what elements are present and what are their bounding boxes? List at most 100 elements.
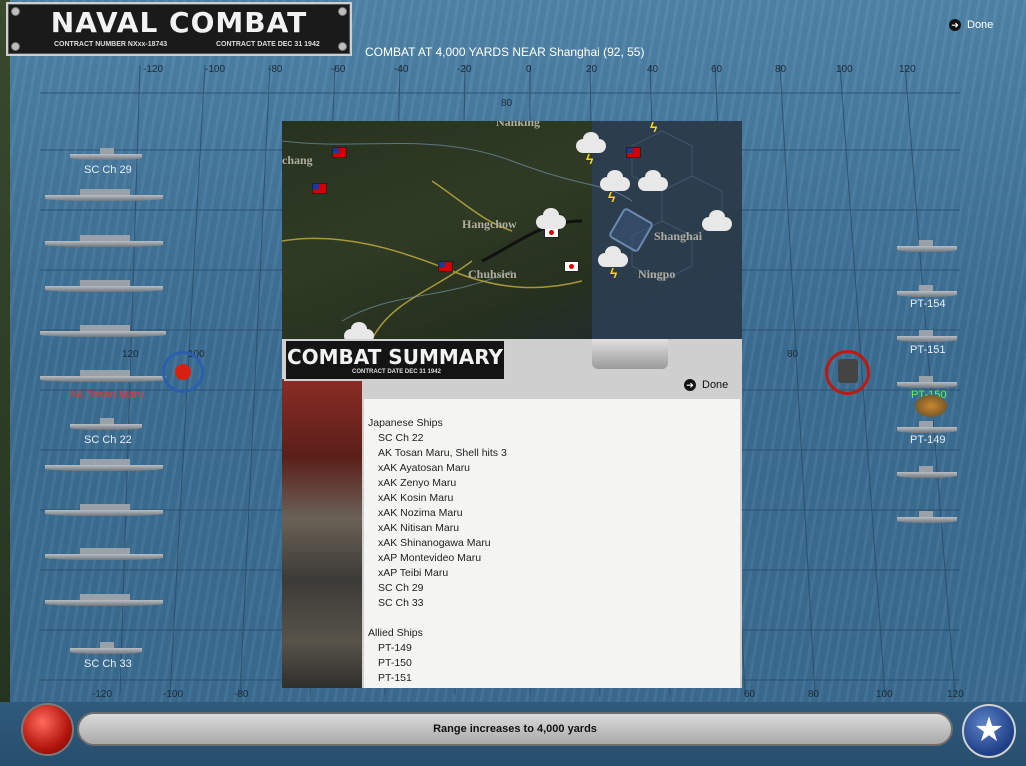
ship-transport[interactable] xyxy=(45,457,163,471)
done-button[interactable]: ➜ Done xyxy=(949,19,993,31)
tick-bottom: 80 xyxy=(808,689,820,700)
ship-pt-boat[interactable] xyxy=(897,238,957,252)
list-item: SC Ch 29 xyxy=(378,582,424,594)
star-icon: ★ xyxy=(973,711,1005,749)
explosion-icon xyxy=(915,395,947,417)
ship-transport[interactable] xyxy=(45,502,163,516)
arrow-right-icon: ➜ xyxy=(684,379,696,391)
list-item: xAK Shinanogawa Maru xyxy=(378,537,491,549)
combat-message: Range increases to 4,000 yards xyxy=(433,723,597,735)
naval-combat-title-plate: NAVAL COMBAT CONTRACT NUMBER NXxx-18743 … xyxy=(6,2,352,56)
tick-top: 40 xyxy=(647,64,659,75)
tick-top: 120 xyxy=(899,64,916,75)
ship-transport[interactable] xyxy=(45,546,163,560)
china-flag-icon xyxy=(312,183,327,194)
arrow-right-icon: ➜ xyxy=(949,19,961,31)
list-item: xAK Nozima Maru xyxy=(378,507,463,519)
contract-number: CONTRACT NUMBER NXxx-18743 xyxy=(54,41,168,48)
ship-label: PT-154 xyxy=(910,298,946,310)
map-city-label: Hangchow xyxy=(462,217,517,231)
map-city-label: Shanghai xyxy=(654,229,703,243)
china-flag-icon xyxy=(626,147,641,158)
china-flag-icon xyxy=(438,261,453,272)
ship-pt-boat[interactable] xyxy=(897,464,957,478)
tick-top: 80 xyxy=(775,64,787,75)
ship-transport[interactable] xyxy=(45,592,163,606)
tick-bottom: -80 xyxy=(234,689,249,700)
combat-summary-plate: COMBAT SUMMARY CONTRACT DATE DEC 31 1942 xyxy=(284,339,506,381)
list-item: SC Ch 22 xyxy=(378,432,424,444)
combat-message-bar: Range increases to 4,000 yards xyxy=(77,712,953,746)
tick-middle: 80 xyxy=(501,98,513,109)
combat-location-header: COMBAT AT 4,000 YARDS NEAR Shanghai (92,… xyxy=(365,45,645,59)
ship-label: SC Ch 29 xyxy=(84,164,132,176)
tick-bottom: 60 xyxy=(744,689,756,700)
ship-transport[interactable] xyxy=(45,187,163,201)
tick-top: -80 xyxy=(268,64,283,75)
ship-ak-tosan-maru[interactable] xyxy=(40,368,166,382)
ship-report-list: Japanese Ships SC Ch 22 AK Tosan Maru, S… xyxy=(368,416,728,686)
done-label: Done xyxy=(967,19,994,31)
list-item: PT-150 xyxy=(378,657,412,669)
ship-pt-154[interactable] xyxy=(897,283,957,297)
list-item: AK Tosan Maru, Shell hits 3 xyxy=(378,447,507,459)
ship-pt-151[interactable] xyxy=(897,328,957,342)
map-city-label: Nanking xyxy=(496,121,541,129)
tick-middle: 80 xyxy=(787,349,799,360)
list-item: xAP Montevideo Maru xyxy=(378,552,482,564)
tick-top: -100 xyxy=(205,64,226,75)
lightning-icon: ϟ xyxy=(610,265,618,281)
china-flag-icon xyxy=(332,147,347,158)
list-item: xAK Nitisan Maru xyxy=(378,522,460,534)
crosshair-gun-icon xyxy=(825,350,870,395)
cloud-icon xyxy=(344,322,374,339)
tick-top: -120 xyxy=(143,64,164,75)
japanese-ships-header: Japanese Ships xyxy=(368,417,443,429)
japan-flag-icon xyxy=(564,261,579,272)
tick-top: 60 xyxy=(711,64,723,75)
allied-star-button[interactable]: ★ xyxy=(962,704,1016,758)
ship-transport[interactable] xyxy=(45,278,163,292)
list-item: PT-149 xyxy=(378,642,412,654)
ship-pt-boat[interactable] xyxy=(897,374,957,388)
tick-top: -40 xyxy=(394,64,409,75)
ship-label: SC Ch 33 xyxy=(84,658,132,670)
tick-top: 100 xyxy=(836,64,853,75)
rivet-icon xyxy=(338,42,347,51)
ship-pt-boat[interactable] xyxy=(897,509,957,523)
ship-label-selected: AK Tosan Maru xyxy=(69,389,145,401)
tick-top: -20 xyxy=(457,64,472,75)
tick-middle: 120 xyxy=(122,349,139,360)
rivet-icon xyxy=(11,42,20,51)
ship-sc-ch-22[interactable] xyxy=(70,416,142,430)
allied-ships-header: Allied Ships xyxy=(368,627,423,639)
list-item: xAP Teibi Maru xyxy=(378,567,449,579)
ship-transport[interactable] xyxy=(40,323,166,337)
tick-bottom: -100 xyxy=(163,689,184,700)
lightning-icon: ϟ xyxy=(608,189,616,205)
end-combat-button[interactable] xyxy=(21,703,74,756)
tick-top: -60 xyxy=(331,64,346,75)
list-item: xAK Kosin Maru xyxy=(378,492,454,504)
ship-label: PT-151 xyxy=(910,344,946,356)
clipboard-clip xyxy=(592,339,668,369)
ship-sc-ch-33[interactable] xyxy=(70,640,142,654)
lightning-icon: ϟ xyxy=(586,151,594,167)
map-city-label: Ningpo xyxy=(638,267,676,281)
combat-location-map: Nanking chang Hangchow Chuhsien Shanghai… xyxy=(282,121,742,339)
cloud-icon xyxy=(702,210,732,231)
ship-pt-149[interactable] xyxy=(897,419,957,433)
ship-sc-ch-29[interactable] xyxy=(70,146,142,160)
map-city-label: Chuhsien xyxy=(468,267,517,281)
ship-label: PT-149 xyxy=(910,434,946,446)
tick-bottom: 120 xyxy=(947,689,964,700)
tick-bottom: 100 xyxy=(876,689,893,700)
map-city-label: chang xyxy=(282,153,313,167)
summary-done-button[interactable]: ➜ Done xyxy=(684,379,728,391)
combat-summary-panel: COMBAT SUMMARY CONTRACT DATE DEC 31 1942… xyxy=(282,339,742,688)
list-item: xAK Ayatosan Maru xyxy=(378,462,471,474)
cloud-icon xyxy=(536,208,566,229)
combat-summary-title: COMBAT SUMMARY xyxy=(286,345,504,369)
crosshair-icon xyxy=(162,351,204,393)
ship-transport[interactable] xyxy=(45,233,163,247)
